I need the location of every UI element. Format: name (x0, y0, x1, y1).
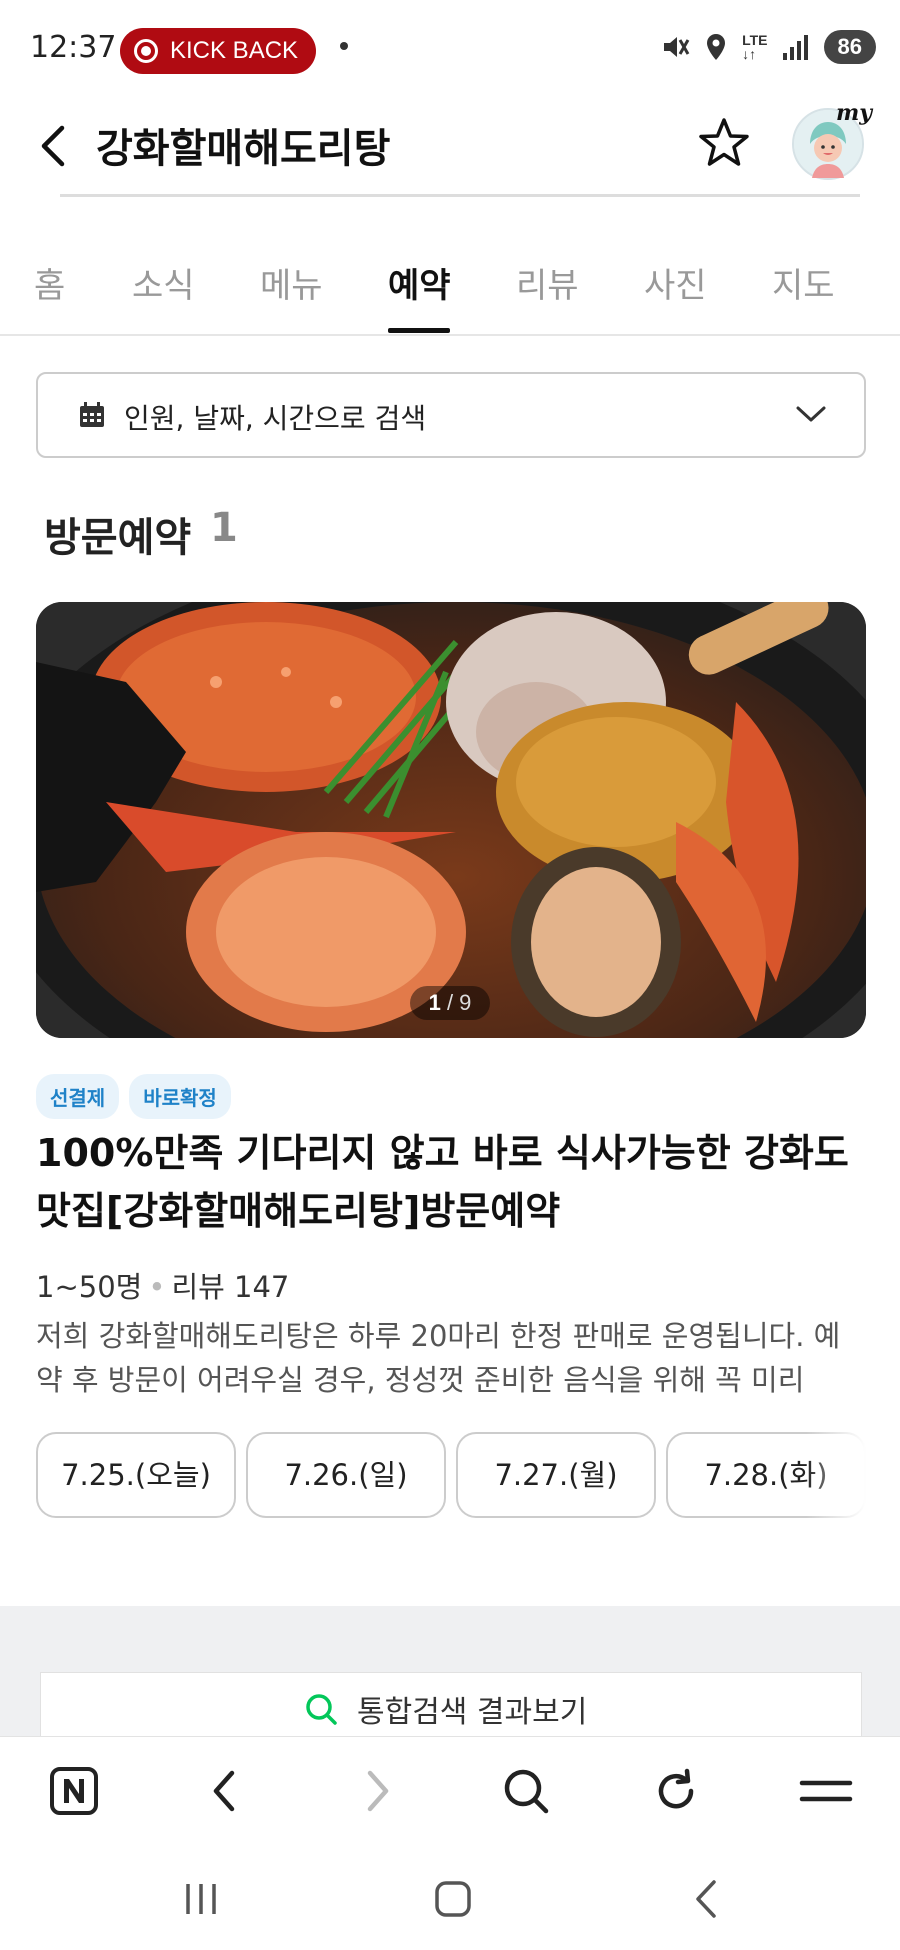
page-header: 강화할매해도리탕 my (0, 100, 900, 196)
capacity-text: 1~50명 (36, 1270, 143, 1304)
date-chip-0727[interactable]: 7.27.(월) (456, 1432, 656, 1518)
date-chip-0726[interactable]: 7.26.(일) (246, 1432, 446, 1518)
review-count: 리뷰 147 (171, 1270, 290, 1304)
offer-badges: 선결제 바로확정 (36, 1074, 231, 1119)
browser-back-icon[interactable] (196, 1761, 256, 1821)
offer-title[interactable]: 100%만족 기다리지 않고 바로 식사가능한 강화도 맛집[강화할매해도리탕]… (36, 1124, 876, 1240)
tab-bar: 홈 소식 메뉴 예약 리뷰 사진 지도 (0, 250, 900, 336)
prepay-badge: 선결제 (36, 1074, 120, 1119)
location-icon (707, 34, 726, 60)
section-count: 1 (210, 505, 238, 551)
system-back-icon[interactable] (682, 1874, 732, 1924)
recent-apps-icon[interactable] (176, 1874, 226, 1924)
kickback-pill[interactable]: KICK BACK (120, 28, 316, 74)
status-bar: 12:37 KICK BACK LTE ↓↑ 86 (0, 0, 900, 100)
tab-news[interactable]: 소식 (132, 258, 195, 307)
favorite-star-icon[interactable] (694, 114, 754, 174)
tab-review[interactable]: 리뷰 (516, 258, 579, 307)
integrated-search-button[interactable]: 통합검색 결과보기 (40, 1672, 862, 1742)
my-label: my (835, 100, 872, 126)
scroll-fade (806, 1432, 866, 1520)
home-icon[interactable] (428, 1874, 478, 1924)
offer-photo[interactable] (36, 602, 866, 1038)
date-chip-today[interactable]: 7.25.(오늘) (36, 1432, 236, 1518)
active-tab-indicator (388, 328, 450, 333)
offer-description: 저희 강화할매해도리탕은 하루 20마리 한정 판매로 운영됩니다. 예약 후 … (36, 1319, 841, 1397)
status-icons: LTE ↓↑ 86 (660, 30, 876, 64)
browser-toolbar (0, 1736, 900, 1844)
search-label: 인원, 날짜, 시간으로 검색 (124, 402, 427, 435)
lte-label: LTE ↓↑ (742, 32, 768, 62)
notification-dot-icon (340, 42, 348, 50)
record-icon (134, 39, 158, 63)
kickback-label: KICK BACK (170, 37, 299, 64)
date-chip-list: 7.25.(오늘) 7.26.(일) 7.27.(월) 7.28.(화) (36, 1432, 866, 1520)
instant-confirm-badge: 바로확정 (129, 1074, 231, 1119)
seafood-stew-image (36, 602, 866, 1038)
menu-icon[interactable] (796, 1761, 856, 1821)
chevron-down-icon (796, 406, 826, 422)
back-arrow-icon[interactable] (28, 118, 84, 174)
status-time: 12:37 (30, 30, 117, 65)
battery-indicator: 86 (823, 30, 876, 64)
search-icon (306, 1694, 337, 1725)
tab-home[interactable]: 홈 (34, 258, 65, 307)
reservation-search-dropdown[interactable]: 인원, 날짜, 시간으로 검색 (36, 372, 866, 458)
naver-home-icon[interactable] (44, 1761, 104, 1821)
tab-menu[interactable]: 메뉴 (260, 258, 323, 307)
photo-counter: 1 / 9 (410, 986, 490, 1020)
section-title: 방문예약 (44, 515, 192, 561)
header-divider (60, 194, 860, 197)
browser-forward-icon[interactable] (346, 1761, 406, 1821)
calendar-icon (80, 402, 104, 427)
browser-search-icon[interactable] (496, 1761, 556, 1821)
mute-icon (664, 37, 690, 57)
refresh-icon[interactable] (646, 1761, 706, 1821)
tab-reservation[interactable]: 예약 (388, 258, 451, 307)
system-nav-bar (0, 1844, 900, 1950)
integrated-search-label: 통합검색 결과보기 (357, 1695, 588, 1730)
offer-meta: 1~50명 • 리뷰 147 (36, 1270, 290, 1304)
my-avatar[interactable]: my (792, 100, 872, 180)
signal-icon (782, 35, 808, 60)
page-title: 강화할매해도리탕 (96, 126, 391, 172)
tab-map[interactable]: 지도 (772, 258, 835, 307)
tab-photo[interactable]: 사진 (644, 258, 707, 307)
